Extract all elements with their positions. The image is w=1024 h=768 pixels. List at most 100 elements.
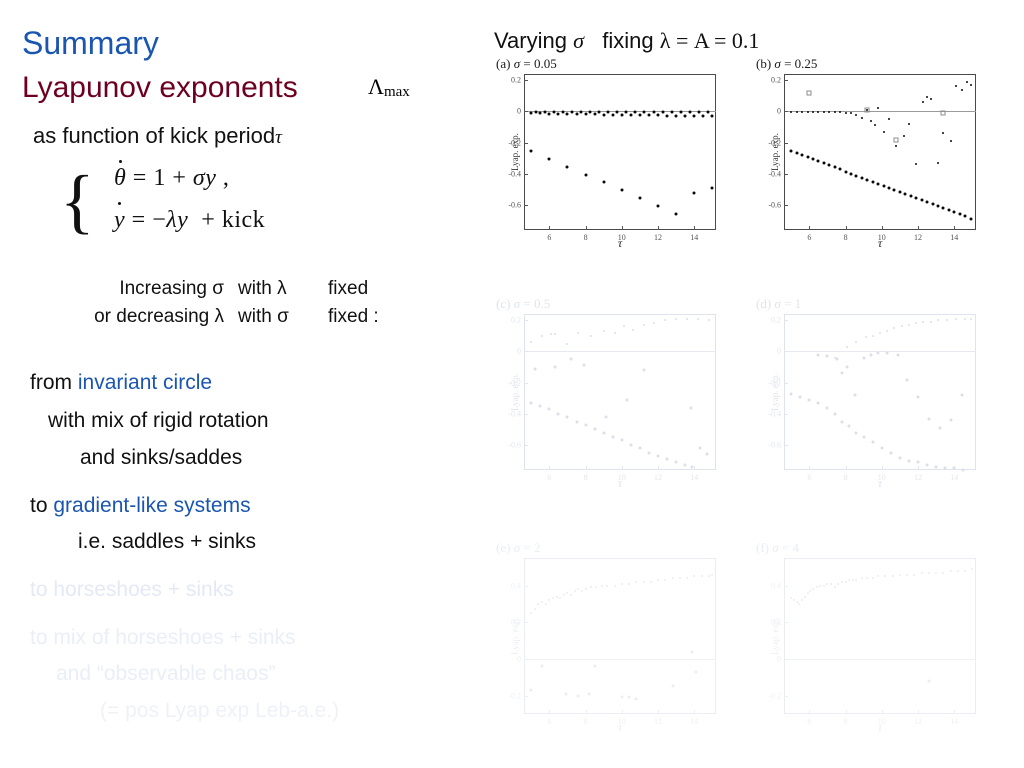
- chart-datapoint: [642, 323, 645, 326]
- chart-datapoint: [803, 595, 806, 598]
- chart-datapoint: [529, 688, 533, 692]
- variation-row-decreasing: or decreasing λ with σ fixed :: [46, 306, 418, 334]
- chart-datapoint: [922, 320, 925, 323]
- chart-datapoint: [816, 159, 820, 163]
- chart-datapoint: [696, 317, 699, 320]
- chart-datapoint: [611, 113, 615, 117]
- chart-xlabel-e: τ: [617, 720, 623, 734]
- chart-datapoint: [631, 328, 634, 331]
- chart-datapoint: [622, 325, 625, 328]
- chart-datapoint: [839, 111, 842, 114]
- chart-datapoint: [876, 182, 880, 186]
- chart-xtickmark-c-2: [621, 466, 623, 470]
- chart-ytickmark-e-3: [524, 695, 528, 697]
- chart-datapoint: [925, 463, 929, 467]
- chart-datapoint: [898, 573, 901, 576]
- chart-datapoint: [862, 435, 866, 439]
- chart-datapoint: [529, 401, 533, 405]
- chart-datapoint: [584, 588, 587, 591]
- chart-datapoint: [540, 664, 544, 668]
- chart-axes-d: 0.2 0 -0.2 -0.4 -0.6 6 8 10 12 14 Lyap. exp. τ: [768, 314, 976, 490]
- chart-datapoint: [533, 608, 536, 611]
- chart-ytickmark-f-3: [784, 695, 788, 697]
- chart-datapoint: [806, 90, 812, 96]
- chart-ytick-d-1: 0: [777, 346, 781, 356]
- chart-datapoint: [647, 451, 651, 455]
- chart-xtickmark-e-3: [658, 710, 660, 714]
- chart-datapoint: [529, 149, 533, 153]
- chart-datapoint: [956, 569, 959, 572]
- slide-root: Summary Lyapunov exponents Λmax as funct…: [0, 0, 1024, 768]
- chart-ytick-b-1: 0: [777, 106, 781, 116]
- chart-datapoint: [530, 341, 533, 344]
- chart-ylabel-b: Lyap. exp.: [769, 133, 780, 171]
- chart-ytickmark-a-3: [524, 173, 528, 175]
- chart-ytick-d-4: -0.6: [768, 440, 781, 450]
- chart-datapoint: [815, 586, 818, 589]
- chart-xtickmark-d-2: [881, 466, 883, 470]
- chart-datapoint: [947, 208, 951, 212]
- chart-xtickmark-f-0: [809, 710, 811, 714]
- chart-xtick-e-3: 12: [654, 717, 663, 726]
- chart-datapoint: [801, 599, 804, 602]
- chart-ytickmark-d-0: [784, 320, 788, 322]
- chart-ytickmark-c-3: [524, 413, 528, 415]
- chart-xtickmark-a-0: [549, 226, 551, 230]
- chart-datapoint: [864, 107, 870, 113]
- chart-datapoint: [679, 110, 683, 114]
- chart-ytick-e-0: 0.4: [511, 581, 521, 591]
- chart-datapoint: [849, 172, 853, 176]
- chart-panel-a: (a) σ = 0.05 0.2 0 -0.2 -0.4 -0.6 6 8 10 12 14 Lyap…: [488, 56, 740, 264]
- narrative-accent-horseshoes-sinks: horseshoes + sinks: [53, 578, 234, 601]
- chart-ytickmark-d-2: [784, 382, 788, 384]
- chart-datapoint: [935, 571, 938, 574]
- chart-datapoint: [898, 190, 902, 194]
- chart-datapoint: [853, 393, 857, 397]
- chart-datapoint: [597, 110, 601, 114]
- chart-datapoint: [544, 602, 547, 605]
- chart-datapoint: [871, 334, 874, 337]
- chart-datapoint: [969, 83, 972, 86]
- chart-xtickmark-b-2: [881, 226, 883, 230]
- chart-datapoint: [562, 593, 565, 596]
- chart-plot-area-f: [784, 558, 976, 714]
- chart-datapoint: [795, 601, 798, 604]
- chart-datapoint: [590, 334, 593, 337]
- chart-datapoint: [871, 440, 875, 444]
- chart-datapoint: [877, 107, 880, 110]
- chart-xtickmark-e-0: [549, 710, 551, 714]
- chart-ylabel-a: Lyap. exp.: [509, 133, 520, 171]
- chart-datapoint: [949, 140, 952, 143]
- chart-datapoint: [893, 327, 896, 330]
- chart-datapoint: [683, 114, 687, 118]
- chart-ytickmark-b-2: [784, 142, 788, 144]
- chart-datapoint: [907, 459, 911, 463]
- chart-datapoint: [955, 85, 958, 88]
- chart-ytickmark-a-2: [524, 142, 528, 144]
- chart-datapoint: [693, 575, 696, 578]
- chart-datapoint: [828, 111, 831, 114]
- chart-datapoint: [811, 157, 815, 161]
- chart-datapoint: [627, 695, 631, 699]
- chart-datapoint: [587, 692, 591, 696]
- chart-datapoint: [795, 111, 798, 114]
- chart-ytick-b-0: 0.2: [771, 75, 781, 85]
- chart-datapoint: [840, 580, 843, 583]
- chart-panel-label-e: (e) σ = 2: [496, 540, 541, 555]
- chart-datapoint: [642, 110, 646, 114]
- chart-datapoint: [822, 584, 825, 587]
- chart-datapoint: [898, 456, 902, 460]
- chart-datapoint: [624, 110, 628, 114]
- chart-datapoint: [838, 167, 842, 171]
- chart-xtickmark-a-1: [585, 226, 587, 230]
- chart-datapoint: [566, 342, 569, 345]
- chart-datapoint: [876, 351, 880, 355]
- chart-datapoint: [656, 454, 660, 458]
- tau-symbol: τ: [275, 127, 282, 148]
- chart-xtickmark-e-4: [694, 710, 696, 714]
- chart-datapoint: [606, 110, 610, 114]
- chart-datapoint: [671, 684, 675, 688]
- chart-datapoint: [961, 468, 965, 472]
- chart-datapoint: [584, 112, 588, 116]
- chart-datapoint: [664, 319, 667, 322]
